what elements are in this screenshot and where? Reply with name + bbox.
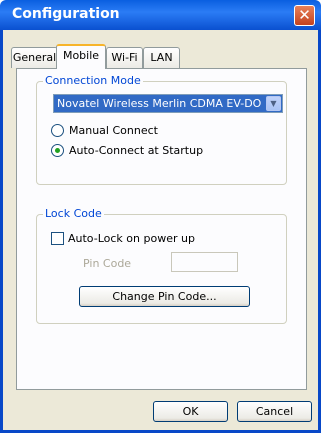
- device-select-value: Novatel Wireless Merlin CDMA EV-DO Modem: [57, 97, 262, 110]
- connection-mode-legend: Connection Mode: [43, 74, 143, 87]
- cancel-label: Cancel: [255, 405, 294, 418]
- tab-general[interactable]: General: [11, 47, 58, 68]
- auto-lock-checkbox[interactable]: [51, 232, 64, 245]
- tab-label: Mobile: [62, 49, 100, 62]
- manual-connect-radio[interactable]: [51, 124, 64, 137]
- window-title: Configuration: [12, 6, 120, 22]
- change-pin-code-button[interactable]: Change Pin Code...: [79, 286, 250, 307]
- tab-lan[interactable]: LAN: [143, 47, 180, 68]
- auto-connect-label: Auto-Connect at Startup: [69, 144, 204, 157]
- ok-button[interactable]: OK: [153, 401, 228, 422]
- tab-label: LAN: [150, 51, 173, 64]
- tab-wifi[interactable]: Wi-Fi: [106, 47, 143, 68]
- change-pin-code-label: Change Pin Code...: [112, 290, 217, 303]
- manual-connect-label: Manual Connect: [69, 124, 158, 137]
- window-frame: General Mobile Wi-Fi LAN Connection Mode…: [0, 30, 321, 433]
- close-button[interactable]: ✕: [294, 5, 315, 26]
- close-icon: ✕: [298, 6, 311, 24]
- tab-label: General: [12, 51, 57, 64]
- cancel-button[interactable]: Cancel: [237, 401, 312, 422]
- dialog-body: General Mobile Wi-Fi LAN Connection Mode…: [3, 30, 318, 430]
- device-select[interactable]: Novatel Wireless Merlin CDMA EV-DO Modem…: [53, 94, 283, 113]
- connection-mode-group: Connection Mode Novatel Wireless Merlin …: [36, 74, 287, 185]
- radio-selected-dot: [55, 148, 60, 153]
- lock-code-group: Lock Code Auto-Lock on power up Pin Code…: [36, 207, 287, 324]
- pin-code-label: Pin Code: [83, 257, 132, 270]
- pin-code-field[interactable]: [171, 252, 238, 272]
- lock-code-legend: Lock Code: [43, 207, 104, 220]
- tab-label: Wi-Fi: [111, 51, 138, 64]
- title-bar[interactable]: Configuration ✕: [0, 0, 321, 30]
- tab-mobile[interactable]: Mobile: [56, 44, 106, 69]
- chevron-down-icon[interactable]: ▼: [266, 96, 281, 111]
- auto-connect-radio[interactable]: [51, 144, 64, 157]
- auto-lock-label: Auto-Lock on power up: [68, 232, 195, 245]
- mobile-tab-panel: Connection Mode Novatel Wireless Merlin …: [16, 68, 307, 390]
- configuration-window: Configuration ✕ General Mobile Wi-Fi LAN…: [0, 0, 321, 433]
- ok-label: OK: [182, 405, 199, 418]
